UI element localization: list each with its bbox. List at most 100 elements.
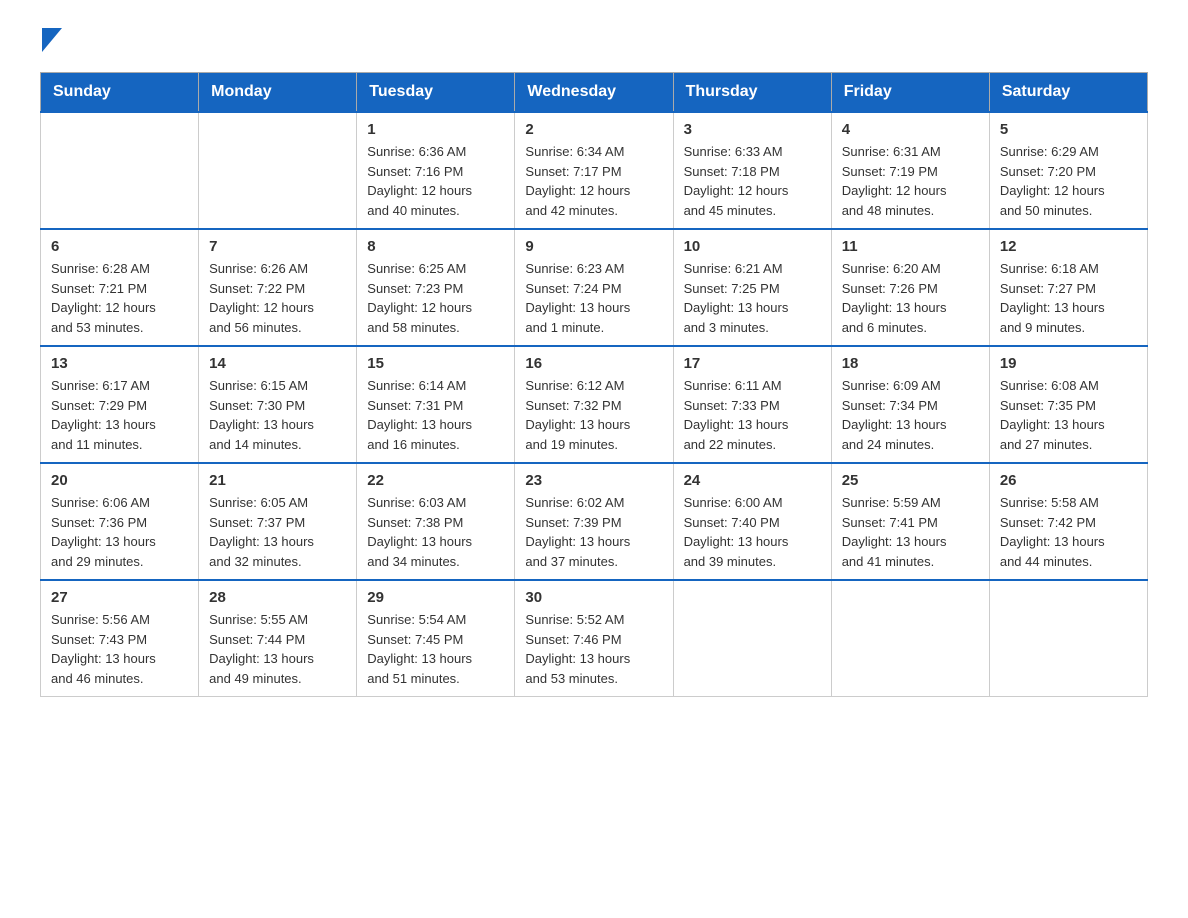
day-info: Sunrise: 6:23 AM Sunset: 7:24 PM Dayligh…: [525, 259, 662, 337]
day-info: Sunrise: 5:52 AM Sunset: 7:46 PM Dayligh…: [525, 610, 662, 688]
day-number: 27: [51, 589, 188, 606]
day-info: Sunrise: 6:14 AM Sunset: 7:31 PM Dayligh…: [367, 376, 504, 454]
calendar-week-row: 6 Sunrise: 6:28 AM Sunset: 7:21 PM Daylig…: [41, 229, 1148, 346]
day-number: 7: [209, 238, 346, 255]
calendar-cell: 10Sunrise: 6:21 AM Sunset: 7:25 PM Dayli…: [673, 229, 831, 346]
day-number: 17: [684, 355, 821, 372]
calendar-cell: 21Sunrise: 6:05 AM Sunset: 7:37 PM Dayli…: [199, 463, 357, 580]
day-number: 1: [367, 121, 504, 138]
day-info: Sunrise: 5:54 AM Sunset: 7:45 PM Dayligh…: [367, 610, 504, 688]
day-number: 6: [51, 238, 188, 255]
day-number: 24: [684, 472, 821, 489]
calendar-cell: 26 Sunrise: 5:58 AM Sunset: 7:42 PM Dayli…: [989, 463, 1147, 580]
calendar-week-row: 27 Sunrise: 5:56 AM Sunset: 7:43 PM Dayli…: [41, 580, 1148, 697]
calendar-cell: 30Sunrise: 5:52 AM Sunset: 7:46 PM Dayli…: [515, 580, 673, 697]
calendar-cell: 11Sunrise: 6:20 AM Sunset: 7:26 PM Dayli…: [831, 229, 989, 346]
calendar-cell: [41, 112, 199, 229]
calendar-week-row: 1 Sunrise: 6:36 AM Sunset: 7:16 PM Daylig…: [41, 112, 1148, 229]
day-info: Sunrise: 6:20 AM Sunset: 7:26 PM Dayligh…: [842, 259, 979, 337]
day-info: Sunrise: 6:02 AM Sunset: 7:39 PM Dayligh…: [525, 493, 662, 571]
calendar-header: SundayMondayTuesdayWednesdayThursdayFrid…: [41, 73, 1148, 113]
day-info: Sunrise: 6:12 AM Sunset: 7:32 PM Dayligh…: [525, 376, 662, 454]
calendar-cell: 24 Sunrise: 6:00 AM Sunset: 7:40 PM Dayli…: [673, 463, 831, 580]
calendar-cell: 12 Sunrise: 6:18 AM Sunset: 7:27 PM Dayli…: [989, 229, 1147, 346]
day-info: Sunrise: 5:55 AM Sunset: 7:44 PM Dayligh…: [209, 610, 346, 688]
weekday-header-monday: Monday: [199, 73, 357, 113]
calendar-cell: 9 Sunrise: 6:23 AM Sunset: 7:24 PM Daylig…: [515, 229, 673, 346]
day-info: Sunrise: 5:58 AM Sunset: 7:42 PM Dayligh…: [1000, 493, 1137, 571]
day-number: 9: [525, 238, 662, 255]
weekday-header-wednesday: Wednesday: [515, 73, 673, 113]
calendar-cell: 5 Sunrise: 6:29 AM Sunset: 7:20 PM Daylig…: [989, 112, 1147, 229]
day-number: 8: [367, 238, 504, 255]
weekday-header-saturday: Saturday: [989, 73, 1147, 113]
logo: [40, 30, 62, 52]
calendar-cell: 13Sunrise: 6:17 AM Sunset: 7:29 PM Dayli…: [41, 346, 199, 463]
day-info: Sunrise: 6:11 AM Sunset: 7:33 PM Dayligh…: [684, 376, 821, 454]
day-info: Sunrise: 5:56 AM Sunset: 7:43 PM Dayligh…: [51, 610, 188, 688]
calendar-cell: 23 Sunrise: 6:02 AM Sunset: 7:39 PM Dayli…: [515, 463, 673, 580]
calendar-table: SundayMondayTuesdayWednesdayThursdayFrid…: [40, 72, 1148, 697]
weekday-header-tuesday: Tuesday: [357, 73, 515, 113]
day-info: Sunrise: 6:00 AM Sunset: 7:40 PM Dayligh…: [684, 493, 821, 571]
day-info: Sunrise: 6:26 AM Sunset: 7:22 PM Dayligh…: [209, 259, 346, 337]
day-info: Sunrise: 6:05 AM Sunset: 7:37 PM Dayligh…: [209, 493, 346, 571]
calendar-cell: 7 Sunrise: 6:26 AM Sunset: 7:22 PM Daylig…: [199, 229, 357, 346]
weekday-header-thursday: Thursday: [673, 73, 831, 113]
weekday-header-sunday: Sunday: [41, 73, 199, 113]
day-info: Sunrise: 6:03 AM Sunset: 7:38 PM Dayligh…: [367, 493, 504, 571]
calendar-body: 1 Sunrise: 6:36 AM Sunset: 7:16 PM Daylig…: [41, 112, 1148, 697]
day-number: 22: [367, 472, 504, 489]
day-number: 18: [842, 355, 979, 372]
day-info: Sunrise: 6:06 AM Sunset: 7:36 PM Dayligh…: [51, 493, 188, 571]
day-info: Sunrise: 5:59 AM Sunset: 7:41 PM Dayligh…: [842, 493, 979, 571]
page-header: [40, 30, 1148, 52]
day-info: Sunrise: 6:33 AM Sunset: 7:18 PM Dayligh…: [684, 142, 821, 220]
calendar-cell: [199, 112, 357, 229]
calendar-cell: 2 Sunrise: 6:34 AM Sunset: 7:17 PM Daylig…: [515, 112, 673, 229]
calendar-cell: 17 Sunrise: 6:11 AM Sunset: 7:33 PM Dayli…: [673, 346, 831, 463]
weekday-header-row: SundayMondayTuesdayWednesdayThursdayFrid…: [41, 73, 1148, 113]
calendar-cell: [673, 580, 831, 697]
day-number: 23: [525, 472, 662, 489]
day-number: 15: [367, 355, 504, 372]
calendar-cell: 3Sunrise: 6:33 AM Sunset: 7:18 PM Daylig…: [673, 112, 831, 229]
day-number: 12: [1000, 238, 1137, 255]
calendar-week-row: 20 Sunrise: 6:06 AM Sunset: 7:36 PM Dayli…: [41, 463, 1148, 580]
day-info: Sunrise: 6:34 AM Sunset: 7:17 PM Dayligh…: [525, 142, 662, 220]
day-number: 26: [1000, 472, 1137, 489]
day-info: Sunrise: 6:29 AM Sunset: 7:20 PM Dayligh…: [1000, 142, 1137, 220]
day-info: Sunrise: 6:15 AM Sunset: 7:30 PM Dayligh…: [209, 376, 346, 454]
day-number: 14: [209, 355, 346, 372]
day-info: Sunrise: 6:36 AM Sunset: 7:16 PM Dayligh…: [367, 142, 504, 220]
day-info: Sunrise: 6:28 AM Sunset: 7:21 PM Dayligh…: [51, 259, 188, 337]
calendar-cell: 15 Sunrise: 6:14 AM Sunset: 7:31 PM Dayli…: [357, 346, 515, 463]
day-info: Sunrise: 6:17 AM Sunset: 7:29 PM Dayligh…: [51, 376, 188, 454]
calendar-cell: 22 Sunrise: 6:03 AM Sunset: 7:38 PM Dayli…: [357, 463, 515, 580]
day-number: 19: [1000, 355, 1137, 372]
calendar-cell: 28 Sunrise: 5:55 AM Sunset: 7:44 PM Dayli…: [199, 580, 357, 697]
calendar-cell: 20 Sunrise: 6:06 AM Sunset: 7:36 PM Dayli…: [41, 463, 199, 580]
day-number: 16: [525, 355, 662, 372]
calendar-cell: 16 Sunrise: 6:12 AM Sunset: 7:32 PM Dayli…: [515, 346, 673, 463]
day-info: Sunrise: 6:08 AM Sunset: 7:35 PM Dayligh…: [1000, 376, 1137, 454]
day-number: 29: [367, 589, 504, 606]
day-number: 4: [842, 121, 979, 138]
day-info: Sunrise: 6:21 AM Sunset: 7:25 PM Dayligh…: [684, 259, 821, 337]
day-info: Sunrise: 6:31 AM Sunset: 7:19 PM Dayligh…: [842, 142, 979, 220]
calendar-cell: 14 Sunrise: 6:15 AM Sunset: 7:30 PM Dayli…: [199, 346, 357, 463]
calendar-cell: 8Sunrise: 6:25 AM Sunset: 7:23 PM Daylig…: [357, 229, 515, 346]
day-number: 2: [525, 121, 662, 138]
day-number: 25: [842, 472, 979, 489]
day-number: 20: [51, 472, 188, 489]
calendar-cell: 18 Sunrise: 6:09 AM Sunset: 7:34 PM Dayli…: [831, 346, 989, 463]
calendar-cell: [831, 580, 989, 697]
calendar-week-row: 13Sunrise: 6:17 AM Sunset: 7:29 PM Dayli…: [41, 346, 1148, 463]
day-info: Sunrise: 6:09 AM Sunset: 7:34 PM Dayligh…: [842, 376, 979, 454]
day-number: 28: [209, 589, 346, 606]
calendar-cell: 19 Sunrise: 6:08 AM Sunset: 7:35 PM Dayli…: [989, 346, 1147, 463]
calendar-cell: [989, 580, 1147, 697]
day-info: Sunrise: 6:18 AM Sunset: 7:27 PM Dayligh…: [1000, 259, 1137, 337]
calendar-cell: 4 Sunrise: 6:31 AM Sunset: 7:19 PM Daylig…: [831, 112, 989, 229]
day-number: 5: [1000, 121, 1137, 138]
